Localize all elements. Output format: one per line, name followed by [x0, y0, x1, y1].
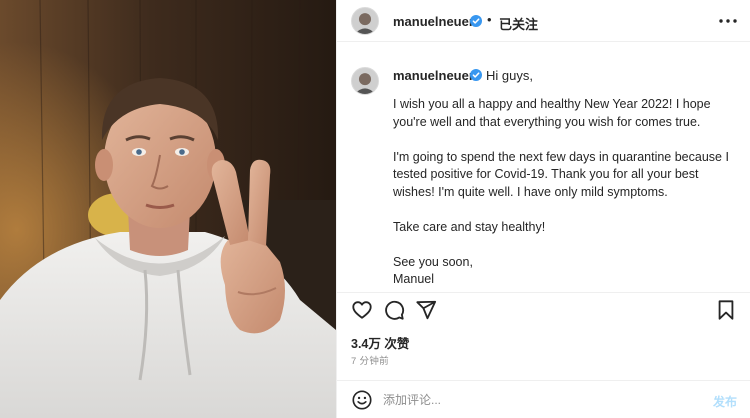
signoff-line: See you soon, [393, 254, 473, 269]
avatar[interactable] [351, 67, 379, 95]
caption-body: I wish you all a happy and healthy New Y… [393, 96, 738, 289]
caption-paragraph: I'm going to spend the next few days in … [393, 149, 729, 199]
signoff-name: Manuel [393, 272, 434, 286]
publish-button[interactable]: 发布 [713, 393, 737, 410]
heart-icon[interactable] [351, 299, 373, 321]
caption-paragraph: I wish you all a happy and healthy New Y… [393, 97, 711, 129]
smiley-icon[interactable] [351, 389, 373, 411]
action-bar [337, 292, 750, 324]
post-photo[interactable] [0, 0, 336, 418]
post-header: manuelneuer • 已关注 [337, 0, 750, 42]
comment-icon[interactable] [383, 299, 405, 321]
post-caption: manuelneuer Hi guys, I wish you all a ha… [337, 52, 750, 286]
send-icon[interactable] [415, 299, 437, 321]
verified-badge-icon [470, 15, 482, 27]
likes-count[interactable]: 3.4万 次赞 [351, 333, 409, 352]
selfie-image [0, 0, 336, 418]
post-panel: manuelneuer • 已关注 manuelneuer Hi guys, I… [336, 0, 750, 418]
comment-bar: 发布 [337, 380, 750, 418]
more-horizontal-icon[interactable] [716, 12, 740, 30]
avatar[interactable] [351, 7, 379, 35]
instagram-post: manuelneuer • 已关注 manuelneuer Hi guys, I… [0, 0, 750, 418]
caption-signoff: See you soon, Manuel [393, 254, 738, 289]
comment-input[interactable] [383, 391, 683, 409]
verified-badge-icon [470, 69, 482, 81]
caption-greeting: Hi guys, [486, 68, 533, 83]
bookmark-icon[interactable] [715, 299, 737, 321]
post-timestamp[interactable]: 7 分钟前 [351, 353, 389, 367]
username-link[interactable]: manuelneuer [393, 14, 474, 29]
separator-dot: • [487, 12, 492, 27]
caption-username-link[interactable]: manuelneuer [393, 68, 474, 83]
follow-status-button[interactable]: 已关注 [499, 14, 538, 33]
caption-paragraph: Take care and stay healthy! [393, 219, 546, 234]
